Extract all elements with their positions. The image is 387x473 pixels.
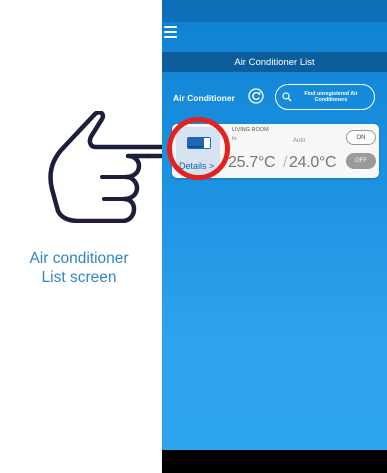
find-unregistered-button[interactable]: Find unregistered Air Conditioners: [275, 84, 375, 110]
temp-divider: /: [283, 154, 288, 171]
indoor-label: In: [232, 136, 237, 142]
caption-line-2: List screen: [41, 269, 117, 286]
refresh-icon[interactable]: [248, 88, 264, 104]
search-icon: [282, 92, 292, 102]
power-off-button[interactable]: OFF: [346, 153, 376, 169]
room-name: LIVING ROOM: [232, 127, 269, 133]
status-bar: [162, 0, 387, 22]
page-title: Air Conditioner List: [162, 51, 387, 72]
set-temperature: 24.0°C: [289, 154, 337, 171]
mode-label: Auto: [293, 138, 306, 144]
room-temperature: 25.7°C: [228, 154, 276, 171]
power-on-button[interactable]: ON: [346, 130, 376, 145]
highlight-circle: [167, 117, 230, 180]
menu-icon[interactable]: [164, 26, 177, 38]
section-label: Air Conditioner: [173, 93, 235, 103]
bottom-navigation-bar: [162, 450, 387, 473]
phone-screen: Air Conditioner List Air Conditioner Fin…: [162, 0, 387, 473]
screen-caption: Air conditioner List screen: [0, 249, 158, 287]
find-button-label: Find unregistered Air Conditioners: [292, 91, 374, 104]
caption-line-1: Air conditioner: [29, 250, 129, 267]
find-label-line-2: Conditioners: [314, 97, 348, 103]
